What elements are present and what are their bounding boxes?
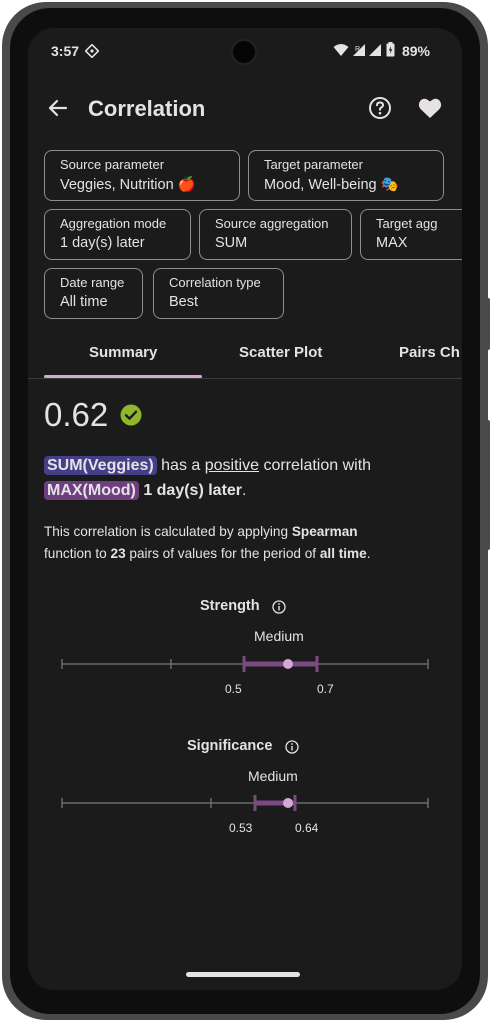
- svg-text:R: R: [355, 46, 360, 53]
- wifi-icon: [333, 44, 349, 56]
- desc-text: function to: [44, 546, 107, 561]
- tab-pairs-chart[interactable]: Pairs Ch: [399, 344, 460, 361]
- data-saver-icon: [85, 44, 99, 58]
- target-aggregation-chip[interactable]: Target agg MAX: [360, 209, 462, 260]
- aggregation-mode-chip[interactable]: Aggregation mode 1 day(s) later: [44, 209, 191, 260]
- gesture-nav-handle[interactable]: [186, 972, 300, 977]
- gauge-value-marker: [283, 798, 293, 808]
- direction-text: positive: [204, 457, 259, 474]
- tab-summary[interactable]: Summary: [89, 344, 157, 361]
- sentence-period: .: [242, 482, 247, 499]
- chip-value: 1 day(s) later: [60, 235, 145, 251]
- sentence-text: has a: [161, 457, 201, 474]
- info-icon[interactable]: [285, 740, 299, 754]
- info-icon[interactable]: [272, 600, 286, 614]
- tab-row: Summary Scatter Plot Pairs Ch: [28, 332, 462, 379]
- desc-text: pairs of values for the period of: [129, 546, 317, 561]
- lag-text: 1 day(s) later: [143, 482, 243, 499]
- chip-label: Target parameter: [264, 157, 363, 172]
- significance-high-label: 0.64: [295, 821, 319, 835]
- chip-value: Veggies, Nutrition 🍎: [60, 177, 196, 193]
- chip-value: Mood, Well-being 🎭: [264, 177, 399, 193]
- cell-signal-roaming-icon: R: [353, 44, 365, 56]
- source-aggregation-chip[interactable]: Source aggregation SUM: [199, 209, 352, 260]
- period-text: all time: [319, 546, 367, 561]
- screen: 3:57 R 89% Correlation Source parameter …: [28, 28, 462, 990]
- device-frame: 3:57 R 89% Correlation Source parameter …: [0, 0, 491, 1024]
- chip-value: Best: [169, 294, 199, 310]
- strength-low-label: 0.5: [225, 682, 242, 696]
- battery-icon: [386, 42, 395, 57]
- help-button[interactable]: [364, 92, 396, 124]
- significance-low-label: 0.53: [229, 821, 253, 835]
- source-pill: SUM(Veggies): [44, 456, 157, 475]
- cell-signal-icon: [369, 44, 381, 56]
- status-bar: 3:57 R 89%: [28, 28, 462, 76]
- front-camera: [233, 41, 255, 63]
- chip-label: Source parameter: [60, 157, 165, 172]
- strength-level: Medium: [254, 628, 304, 644]
- top-app-bar: Correlation: [28, 84, 462, 132]
- chip-label: Target agg: [376, 216, 438, 231]
- favorite-button[interactable]: [414, 92, 446, 124]
- tab-scatter-plot[interactable]: Scatter Plot: [239, 344, 322, 361]
- method-text: Spearman: [291, 524, 358, 539]
- chip-label: Date range: [60, 275, 125, 290]
- strength-high-label: 0.7: [317, 682, 334, 696]
- correlation-sentence: SUM(Veggies) has a positive correlation …: [44, 453, 434, 503]
- heart-icon: [418, 98, 442, 118]
- page-title: Correlation: [88, 96, 206, 121]
- power-button: [486, 298, 490, 350]
- check-circle-icon: [120, 404, 142, 426]
- chip-label: Aggregation mode: [60, 216, 167, 231]
- pairs-count: 23: [110, 546, 126, 561]
- help-circle-icon: [369, 97, 391, 119]
- sentence-text: correlation with: [263, 457, 372, 474]
- strength-title: Strength: [200, 598, 260, 614]
- arrow-left-icon: [48, 99, 68, 117]
- tab-indicator: [44, 375, 202, 378]
- significance-title: Significance: [187, 738, 273, 754]
- chip-value: MAX: [376, 235, 408, 251]
- significance-level: Medium: [248, 768, 298, 784]
- significance-gauge: [61, 795, 429, 811]
- correlation-value: 0.62: [44, 396, 109, 433]
- strength-gauge: [61, 656, 429, 672]
- target-pill: MAX(Mood): [44, 481, 139, 500]
- chip-label: Correlation type: [169, 275, 261, 290]
- gauge-value-marker: [283, 659, 293, 669]
- date-range-chip[interactable]: Date range All time: [44, 268, 143, 319]
- status-time: 3:57: [51, 43, 80, 59]
- desc-text: .: [366, 546, 371, 561]
- desc-text: This correlation is calculated by applyi…: [44, 524, 289, 539]
- correlation-description: This correlation is calculated by applyi…: [44, 521, 444, 565]
- target-parameter-chip[interactable]: Target parameter Mood, Well-being 🎭: [248, 150, 444, 201]
- chip-value: All time: [60, 294, 108, 310]
- volume-button: [486, 420, 490, 550]
- chip-value: SUM: [215, 235, 248, 251]
- source-parameter-chip[interactable]: Source parameter Veggies, Nutrition 🍎: [44, 150, 240, 201]
- correlation-type-chip[interactable]: Correlation type Best: [153, 268, 284, 319]
- back-button[interactable]: [42, 92, 74, 124]
- chip-label: Source aggregation: [215, 216, 329, 231]
- battery-percent: 89%: [401, 43, 430, 59]
